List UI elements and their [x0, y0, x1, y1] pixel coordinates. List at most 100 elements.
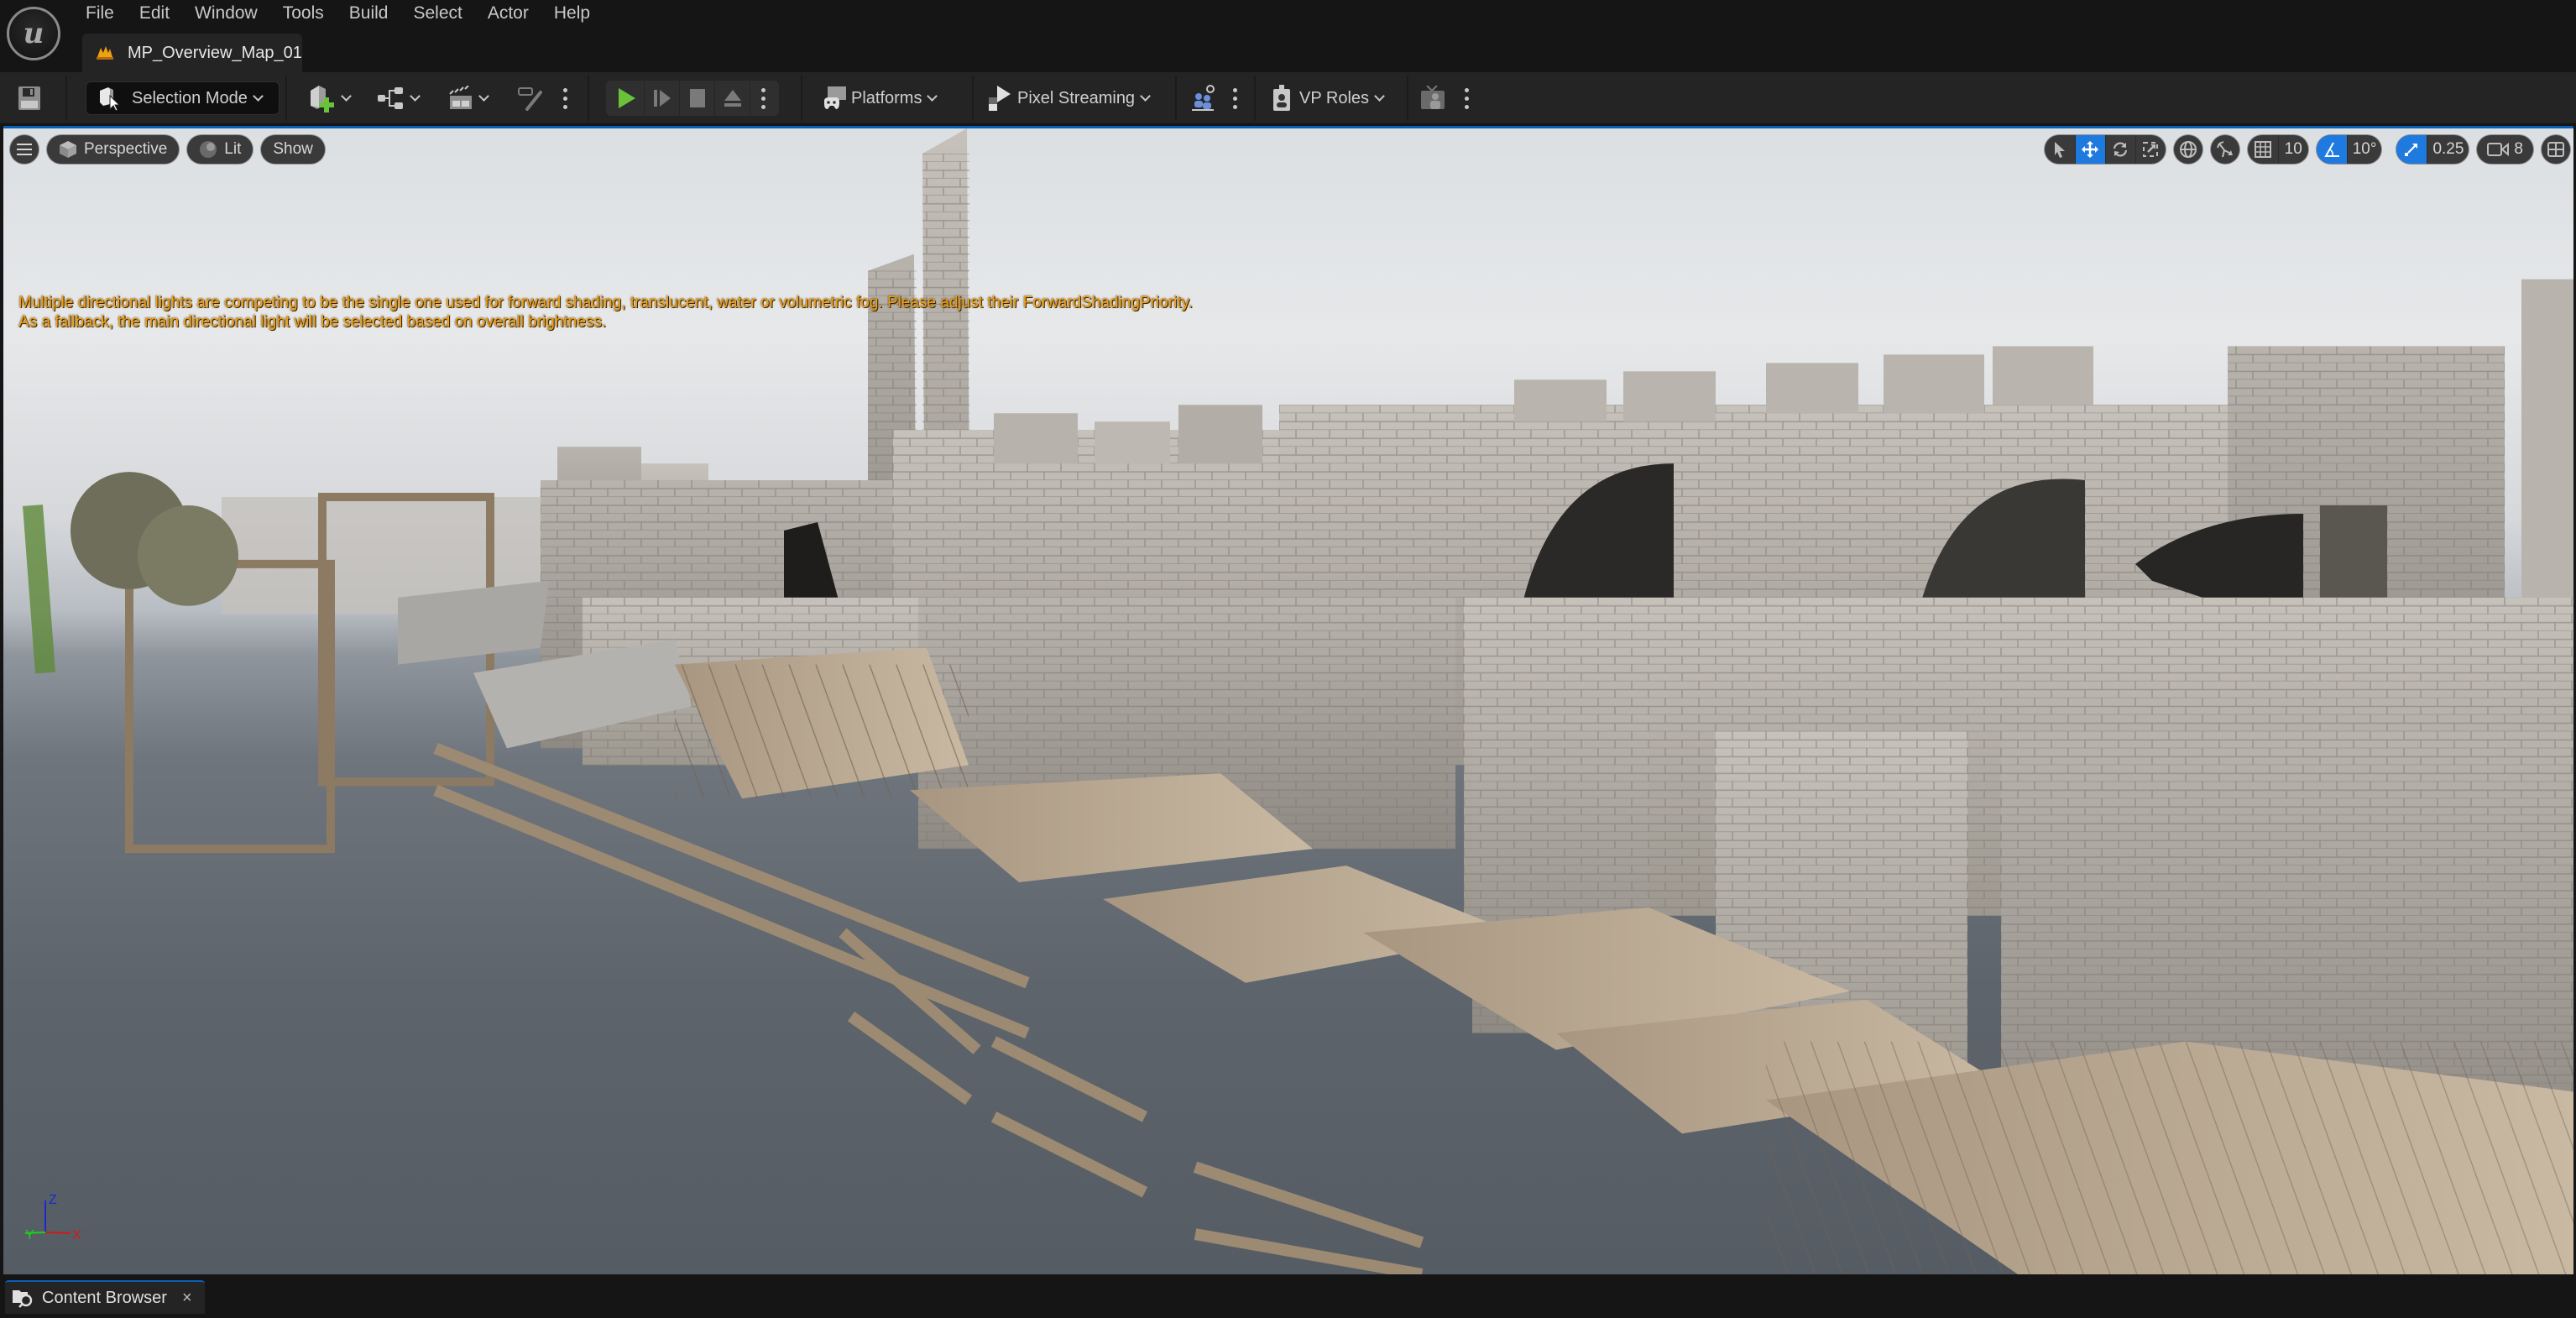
virtual-camera-options[interactable]	[1460, 72, 1472, 124]
virtual-camera-button[interactable]	[1420, 72, 1447, 124]
kebab-menu-icon	[1229, 81, 1241, 115]
menu-edit[interactable]: Edit	[139, 0, 170, 29]
selection-mode-icon	[100, 87, 121, 111]
globe-icon	[2179, 141, 2197, 158]
bottom-drawer: Content Browser ×	[0, 1274, 2576, 1318]
id-badge-icon	[1273, 85, 1290, 111]
chevron-down-icon	[478, 90, 489, 102]
view-mode-dropdown[interactable]: Lit	[187, 135, 253, 164]
cursor-icon	[2054, 142, 2065, 158]
toolbar-divider	[801, 76, 802, 121]
document-tab[interactable]: MP_Overview_Map_01	[82, 34, 302, 72]
platforms-icon	[824, 86, 846, 109]
move-icon	[2082, 141, 2099, 158]
toolbar-divider	[285, 76, 287, 121]
chevron-down-icon	[410, 90, 421, 102]
close-icon[interactable]: ×	[182, 1289, 192, 1308]
blueprints-button[interactable]	[378, 72, 424, 124]
menu-file[interactable]: File	[86, 0, 114, 29]
pixel-streaming-dropdown[interactable]: Pixel Streaming	[989, 72, 1154, 124]
lit-label: Lit	[224, 140, 242, 158]
z-axis-label: Z	[49, 1193, 57, 1207]
toolbar-divider	[588, 76, 589, 121]
select-tool-button[interactable]	[2045, 135, 2075, 164]
play-controls	[606, 81, 779, 116]
transform-tools	[2044, 135, 2166, 164]
camera-speed-button[interactable]: 8	[2477, 135, 2533, 164]
lit-sphere-icon	[200, 141, 217, 158]
vp-roles-dropdown[interactable]: VP Roles	[1272, 72, 1388, 124]
save-icon	[18, 86, 40, 110]
unreal-engine-logo[interactable]: u	[7, 7, 60, 60]
main-menu: File Edit Window Tools Build Select Acto…	[81, 0, 590, 29]
selection-mode-dropdown[interactable]: Selection Mode	[86, 81, 280, 115]
menu-bar: u File Edit Window Tools Build Select Ac…	[0, 0, 2576, 72]
rotate-tool-button[interactable]	[2104, 135, 2135, 164]
surface-snapping-button[interactable]	[2210, 135, 2239, 164]
toolbar-divider	[1407, 76, 1408, 121]
menu-window[interactable]: Window	[195, 0, 258, 29]
viewport-toolbar-right: 10 10° 0.25 8	[2044, 135, 2570, 164]
main-toolbar: Selection Mode Platforms Pixel Streaming…	[0, 72, 2576, 124]
create-more-options[interactable]	[559, 72, 571, 124]
eject-button[interactable]	[715, 81, 750, 116]
grid-snap-toggle[interactable]	[2248, 135, 2278, 164]
rotation-snap-control: 10°	[2316, 135, 2382, 164]
rotation-snap-toggle[interactable]	[2316, 135, 2347, 164]
quick-add-button[interactable]	[309, 72, 355, 124]
menu-help[interactable]: Help	[554, 0, 590, 29]
stop-button[interactable]	[680, 81, 715, 116]
menu-build[interactable]: Build	[349, 0, 389, 29]
x-axis-label: X	[72, 1228, 81, 1242]
platforms-dropdown[interactable]: Platforms	[823, 72, 941, 124]
show-dropdown[interactable]: Show	[261, 135, 325, 164]
chevron-down-icon	[253, 90, 264, 102]
tv-person-icon	[1421, 86, 1445, 109]
chevron-down-icon	[927, 90, 938, 102]
menu-actor[interactable]: Actor	[488, 0, 529, 29]
level-viewport[interactable]: Perspective Lit Show 10 10° 0.25 8 Multi…	[3, 126, 2573, 1274]
grid-snap-value[interactable]: 10	[2277, 135, 2308, 164]
scale-snap-value[interactable]: 0.25	[2427, 135, 2469, 164]
scale-snap-toggle[interactable]	[2396, 135, 2427, 164]
toolbar-divider	[1175, 76, 1177, 121]
perspective-dropdown[interactable]: Perspective	[47, 135, 180, 164]
rotation-snap-value[interactable]: 10°	[2346, 135, 2382, 164]
clapperboard-icon	[449, 86, 472, 109]
play-button[interactable]	[609, 81, 645, 116]
toolbar-divider	[65, 76, 67, 121]
multi-user-button[interactable]	[1192, 72, 1215, 124]
play-options-button[interactable]	[750, 81, 776, 116]
perspective-label: Perspective	[84, 140, 168, 158]
menu-tools[interactable]: Tools	[283, 0, 324, 29]
coordinate-space-button[interactable]	[2173, 135, 2202, 164]
scale-snap-control: 0.25	[2396, 135, 2469, 164]
rotate-icon	[2114, 142, 2128, 157]
save-button[interactable]	[18, 72, 40, 124]
modeling-button[interactable]	[517, 72, 542, 124]
cinematics-button[interactable]	[448, 72, 493, 124]
advance-frame-button[interactable]	[645, 81, 680, 116]
document-tab-label: MP_Overview_Map_01	[128, 43, 302, 62]
axis-gizmo: Z X Y	[24, 1193, 81, 1242]
add-actor-icon	[311, 86, 334, 112]
grid-icon	[2254, 141, 2271, 158]
content-browser-icon	[13, 1290, 33, 1308]
scale-icon	[2143, 142, 2159, 157]
scale-tool-button[interactable]	[2134, 135, 2166, 164]
chevron-down-icon	[1374, 90, 1385, 102]
show-label: Show	[273, 140, 313, 158]
viewport-options-button[interactable]	[10, 135, 39, 164]
x-axis-line	[44, 1232, 71, 1234]
chevron-down-icon	[1140, 90, 1151, 102]
viewport-layout-button[interactable]	[2542, 135, 2570, 164]
vr-brush-icon	[518, 87, 542, 111]
hamburger-icon	[17, 144, 32, 155]
content-browser-tab[interactable]: Content Browser ×	[5, 1280, 205, 1314]
directional-light-warning: Multiple directional lights are competin…	[18, 293, 1193, 332]
translate-tool-button[interactable]	[2074, 135, 2105, 164]
menu-select[interactable]: Select	[413, 0, 462, 29]
multi-user-options[interactable]	[1229, 72, 1241, 124]
selection-mode-label: Selection Mode	[132, 88, 248, 107]
warning-line-1: Multiple directional lights are competin…	[18, 294, 1193, 311]
